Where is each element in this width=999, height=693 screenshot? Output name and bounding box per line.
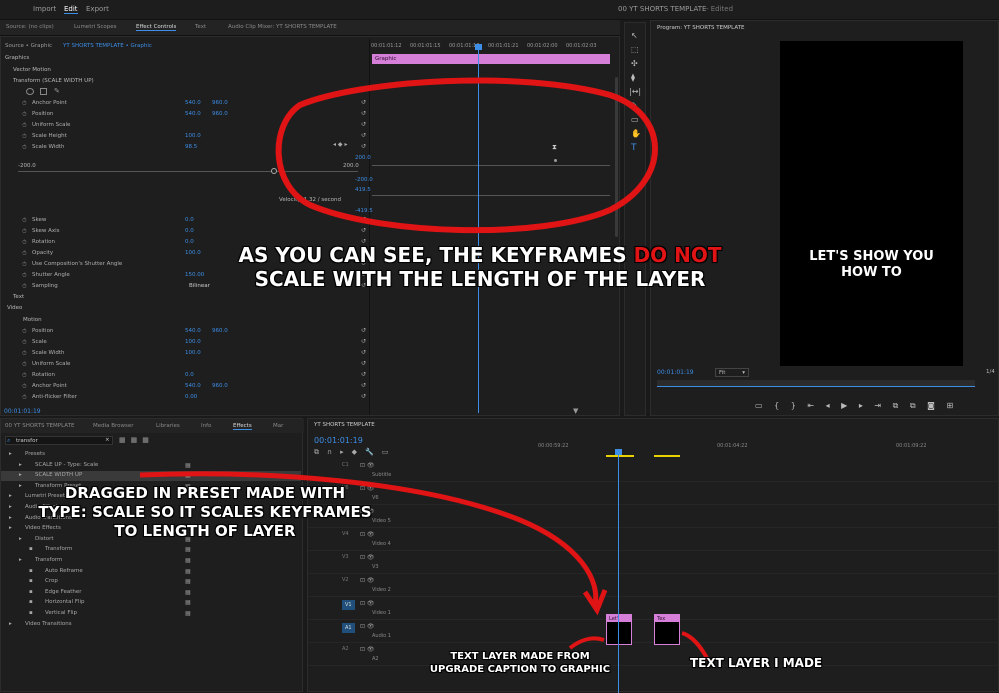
annotation-overlay <box>139 77 710 661</box>
made-annotation: TEXT LAYER I MADE <box>690 656 823 670</box>
annotation-arrow-2 <box>568 636 605 650</box>
preset-annotation: DRAGGED IN PRESET MADE WITH TYPE: SCALE … <box>38 484 372 540</box>
main-annotation: AS YOU CAN SEE, THE KEYFRAMES DO NOT SCA… <box>238 243 722 291</box>
upgrade-annotation: TEXT LAYER MADE FROM UPGRADE CAPTION TO … <box>429 651 611 675</box>
annotation-circle <box>275 77 658 234</box>
